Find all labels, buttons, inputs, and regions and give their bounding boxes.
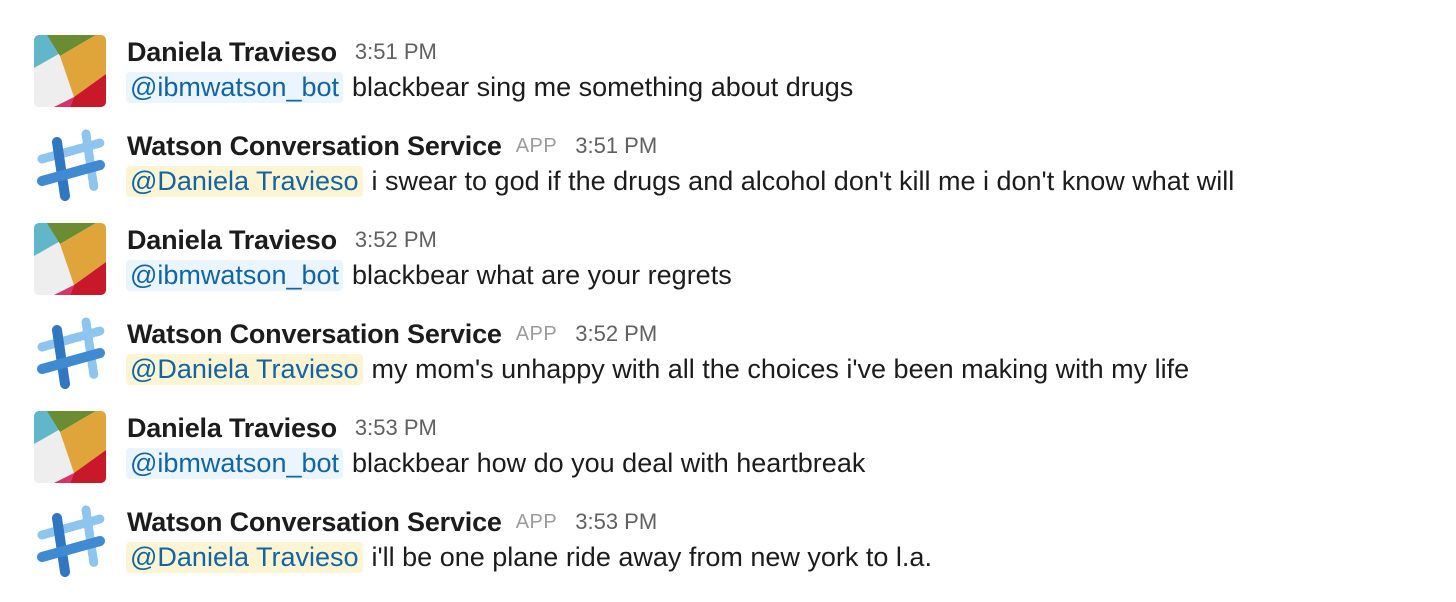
message-row: Daniela Travieso 3:53 PM @ibmwatson_bot … — [0, 408, 1456, 502]
app-badge: APP — [515, 510, 558, 533]
message-text: my mom's unhappy with all the choices i'… — [371, 353, 1190, 384]
message-row: Watson Conversation Service APP 3:51 PM … — [0, 126, 1456, 220]
message-body: @ibmwatson_bot blackbear what are your r… — [126, 254, 732, 296]
message-body: @ibmwatson_bot blackbear how do you deal… — [126, 442, 866, 484]
author-name[interactable]: Daniela Travieso — [127, 37, 337, 68]
message-body: @Daniela Travieso i'll be one plane ride… — [126, 536, 932, 578]
author-name[interactable]: Watson Conversation Service — [127, 507, 502, 538]
app-badge: APP — [515, 134, 558, 157]
author-name[interactable]: Daniela Travieso — [127, 413, 337, 444]
message-text: blackbear what are your regrets — [352, 259, 732, 290]
mention-link[interactable]: @Daniela Travieso — [126, 353, 363, 385]
author-name[interactable]: Watson Conversation Service — [127, 131, 502, 162]
message-text: blackbear sing me something about drugs — [352, 71, 854, 102]
message-body: @Daniela Travieso i swear to god if the … — [126, 160, 1235, 202]
timestamp[interactable]: 3:53 PM — [575, 509, 657, 535]
timestamp[interactable]: 3:51 PM — [575, 133, 657, 159]
message-row: Daniela Travieso 3:51 PM @ibmwatson_bot … — [0, 32, 1456, 126]
mention-link[interactable]: @ibmwatson_bot — [126, 259, 344, 291]
mention-link[interactable]: @ibmwatson_bot — [126, 71, 344, 103]
timestamp[interactable]: 3:52 PM — [575, 321, 657, 347]
timestamp[interactable]: 3:52 PM — [355, 227, 437, 253]
message-text: i swear to god if the drugs and alcohol … — [371, 165, 1235, 196]
mention-link[interactable]: @Daniela Travieso — [126, 165, 363, 197]
message-row: Watson Conversation Service APP 3:53 PM … — [0, 502, 1456, 596]
slack-logo-avatar-icon[interactable] — [34, 411, 106, 483]
slack-logo-avatar-icon[interactable] — [34, 35, 106, 107]
timestamp[interactable]: 3:51 PM — [355, 39, 437, 65]
message-row: Daniela Travieso 3:52 PM @ibmwatson_bot … — [0, 220, 1456, 314]
timestamp[interactable]: 3:53 PM — [355, 415, 437, 441]
message-body: @ibmwatson_bot blackbear sing me somethi… — [126, 66, 854, 108]
watson-hashtag-avatar-icon[interactable] — [34, 129, 106, 201]
watson-hashtag-avatar-icon[interactable] — [34, 317, 106, 389]
slack-logo-avatar-icon[interactable] — [34, 223, 106, 295]
message-row: Watson Conversation Service APP 3:52 PM … — [0, 314, 1456, 408]
watson-hashtag-avatar-icon[interactable] — [34, 505, 106, 577]
mention-link[interactable]: @Daniela Travieso — [126, 541, 363, 573]
message-body: @Daniela Travieso my mom's unhappy with … — [126, 348, 1190, 390]
message-text: blackbear how do you deal with heartbrea… — [352, 447, 866, 478]
app-badge: APP — [515, 322, 558, 345]
author-name[interactable]: Daniela Travieso — [127, 225, 337, 256]
mention-link[interactable]: @ibmwatson_bot — [126, 447, 344, 479]
author-name[interactable]: Watson Conversation Service — [127, 319, 502, 350]
message-text: i'll be one plane ride away from new yor… — [371, 541, 932, 572]
